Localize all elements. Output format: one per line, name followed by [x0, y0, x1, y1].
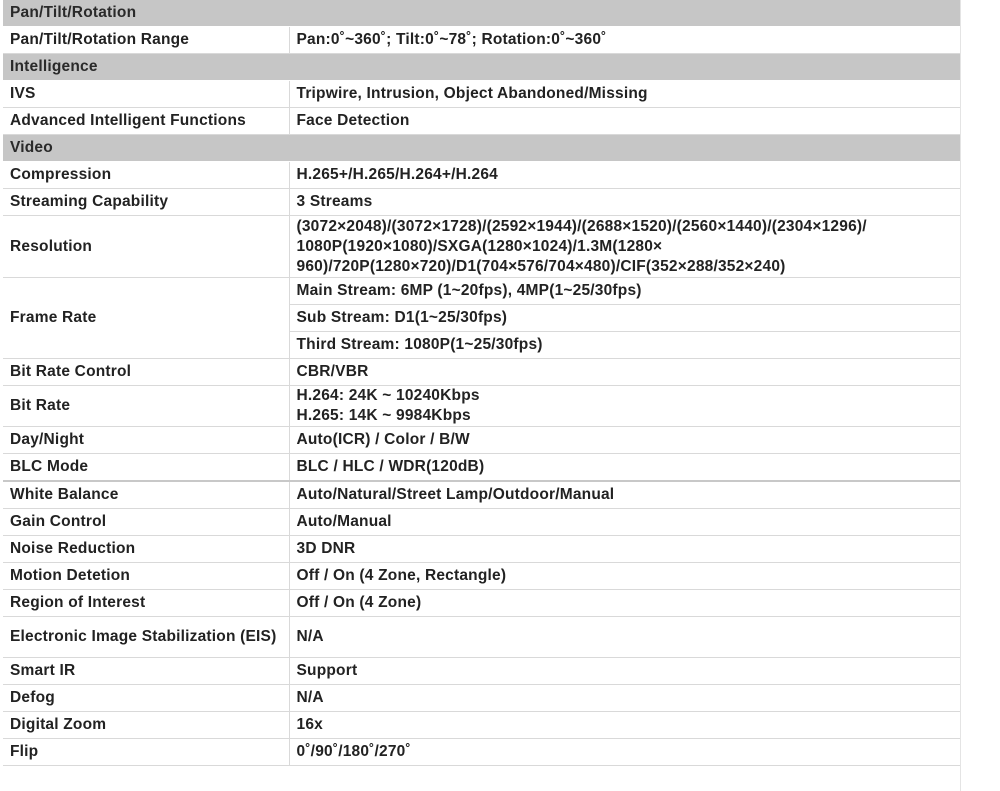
spec-row-motion-detetion: Motion Detetion Off / On (4 Zone, Rectang… — [3, 562, 960, 590]
spec-label: Motion Detetion — [3, 562, 290, 590]
spec-label: White Balance — [3, 480, 290, 509]
spec-label: Electronic Image Stabilization (EIS) — [3, 616, 290, 658]
right-border-rule — [960, 0, 961, 791]
spec-label: Frame Rate — [3, 277, 290, 359]
spec-row-electronic-image-stabilization-eis: Electronic Image Stabilization (EIS) N/A — [3, 616, 960, 658]
spec-value: BLC / HLC / WDR(120dB) — [289, 453, 960, 482]
section-header-intelligence: Intelligence — [3, 53, 960, 81]
spec-value-line: Face Detection — [296, 112, 410, 129]
section-title: Video — [3, 134, 960, 162]
spec-value: N/A — [289, 616, 960, 658]
spec-value: Face Detection — [289, 107, 960, 135]
spec-value: 3D DNR — [289, 535, 960, 563]
spec-value-line: H.264: 24K ~ 10240Kbps — [296, 387, 480, 404]
section-header-video: Video — [3, 134, 960, 162]
spec-row-advanced-intelligent-functions: Advanced Intelligent Functions Face Detec… — [3, 107, 960, 135]
spec-row-defog: Defog N/A — [3, 684, 960, 712]
spec-label: Streaming Capability — [3, 188, 290, 216]
spec-label: Region of Interest — [3, 589, 290, 617]
spec-value-line: Auto/Manual — [296, 513, 392, 530]
spec-label: Pan/Tilt/Rotation Range — [3, 26, 290, 54]
spec-value-line: 3D DNR — [296, 540, 356, 557]
spec-value: Auto/Natural/Street Lamp/Outdoor/Manual — [289, 480, 960, 509]
spec-row-frame-rate-1: Frame Rate Main Stream: 6MP (1~20fps), 4M… — [3, 277, 960, 359]
spec-label: IVS — [3, 80, 290, 108]
spec-label: Bit Rate — [3, 385, 290, 427]
spec-row-blc-mode: BLC Mode BLC / HLC / WDR(120dB) — [3, 453, 960, 482]
spec-label: Noise Reduction — [3, 535, 290, 563]
spec-value: 16x — [289, 711, 960, 739]
spec-value-line: H.265+/H.265/H.264+/H.264 — [296, 166, 498, 183]
spec-value: CBR/VBR — [289, 358, 960, 386]
spec-row-pan-tilt-rotation-range: Pan/Tilt/Rotation Range Pan:0˚~360˚; Tilt… — [3, 26, 960, 54]
spec-row-gain-control: Gain Control Auto/Manual — [3, 508, 960, 536]
spec-value: Auto/Manual — [289, 508, 960, 536]
section-title: Intelligence — [3, 53, 960, 81]
spec-table-body: Pan/Tilt/Rotation Pan/Tilt/Rotation Range… — [3, 0, 960, 766]
spec-value: Tripwire, Intrusion, Object Abandoned/Mi… — [289, 80, 960, 108]
spec-label: Flip — [3, 738, 290, 766]
spec-value: N/A — [289, 684, 960, 712]
spec-value: H.264: 24K ~ 10240Kbps H.265: 14K ~ 9984K… — [289, 385, 960, 427]
spec-value: (3072×2048)/(3072×1728)/(2592×1944)/(268… — [289, 215, 960, 278]
spec-value-line: N/A — [296, 628, 324, 645]
spec-label: Day/Night — [3, 426, 290, 454]
spec-value-line: Auto(ICR) / Color / B/W — [296, 431, 470, 448]
section-title: Pan/Tilt/Rotation — [3, 0, 960, 27]
section-header-pan-tilt-rotation: Pan/Tilt/Rotation — [3, 0, 960, 27]
spec-value-line: 960)/720P(1280×720)/D1(704×576/704×480)/… — [296, 257, 786, 275]
spec-row-digital-zoom: Digital Zoom 16x — [3, 711, 960, 739]
spec-value-line: N/A — [296, 689, 324, 706]
spec-label: Advanced Intelligent Functions — [3, 107, 290, 135]
spec-row-compression: Compression H.265+/H.265/H.264+/H.264 — [3, 161, 960, 189]
spec-row-noise-reduction: Noise Reduction 3D DNR — [3, 535, 960, 563]
spec-label: Digital Zoom — [3, 711, 290, 739]
spec-value-line: Off / On (4 Zone, Rectangle) — [296, 567, 507, 584]
spec-label: Gain Control — [3, 508, 290, 536]
spec-value-line: Off / On (4 Zone) — [296, 594, 422, 611]
spec-row-bit-rate: Bit Rate H.264: 24K ~ 10240Kbps H.265: 14K… — [3, 385, 960, 427]
spec-value: 0˚/90˚/180˚/270˚ — [289, 738, 960, 766]
spec-value-line: Support — [296, 662, 358, 679]
spec-row-smart-ir: Smart IR Support — [3, 657, 960, 685]
spec-row-day-night: Day/Night Auto(ICR) / Color / B/W — [3, 426, 960, 454]
spec-value-line: H.265: 14K ~ 9984Kbps — [296, 407, 471, 424]
spec-value: 3 Streams — [289, 188, 960, 216]
spec-row-ivs: IVS Tripwire, Intrusion, Object Abandoned… — [3, 80, 960, 108]
spec-value-line: 16x — [296, 716, 323, 733]
spec-value: Auto(ICR) / Color / B/W — [289, 426, 960, 454]
spec-label: Resolution — [3, 215, 290, 278]
spec-value-line: 1080P(1920×1080)/SXGA(1280×1024)/1.3M(12… — [296, 237, 663, 255]
spec-row-resolution: Resolution (3072×2048)/(3072×1728)/(2592×… — [3, 215, 960, 278]
spec-label: Defog — [3, 684, 290, 712]
spec-row-bit-rate-control: Bit Rate Control CBR/VBR — [3, 358, 960, 386]
spec-value: Off / On (4 Zone) — [289, 589, 960, 617]
spec-value: Support — [289, 657, 960, 685]
spec-value: Main Stream: 6MP (1~20fps), 4MP(1~25/30f… — [289, 277, 960, 305]
spec-value: Third Stream: 1080P(1~25/30fps) — [289, 331, 960, 359]
spec-label: Compression — [3, 161, 290, 189]
spec-value-line: Tripwire, Intrusion, Object Abandoned/Mi… — [296, 85, 648, 102]
spec-label: BLC Mode — [3, 453, 290, 482]
spec-value: Pan:0˚~360˚; Tilt:0˚~78˚; Rotation:0˚~36… — [289, 26, 960, 54]
spec-value-line: 3 Streams — [296, 193, 373, 210]
spec-value-line: (3072×2048)/(3072×1728)/(2592×1944)/(268… — [296, 217, 867, 235]
spec-label: Bit Rate Control — [3, 358, 290, 386]
spec-table: Pan/Tilt/Rotation Pan/Tilt/Rotation Range… — [3, 0, 960, 766]
spec-value-line: CBR/VBR — [296, 363, 369, 380]
spec-value-line: 0˚/90˚/180˚/270˚ — [296, 743, 411, 760]
spec-value-line: BLC / HLC / WDR(120dB) — [296, 458, 485, 475]
spec-value-line: Auto/Natural/Street Lamp/Outdoor/Manual — [296, 486, 615, 503]
spec-value-line: Pan:0˚~360˚; Tilt:0˚~78˚; Rotation:0˚~36… — [296, 31, 607, 48]
spec-row-white-balance: White Balance Auto/Natural/Street Lamp/Ou… — [3, 480, 960, 509]
spec-value: Off / On (4 Zone, Rectangle) — [289, 562, 960, 590]
spec-value: Sub Stream: D1(1~25/30fps) — [289, 304, 960, 332]
spec-row-flip: Flip 0˚/90˚/180˚/270˚ — [3, 738, 960, 766]
spec-value: H.265+/H.265/H.264+/H.264 — [289, 161, 960, 189]
spec-label: Smart IR — [3, 657, 290, 685]
spec-row-streaming-capability: Streaming Capability 3 Streams — [3, 188, 960, 216]
spec-row-region-of-interest: Region of Interest Off / On (4 Zone) — [3, 589, 960, 617]
